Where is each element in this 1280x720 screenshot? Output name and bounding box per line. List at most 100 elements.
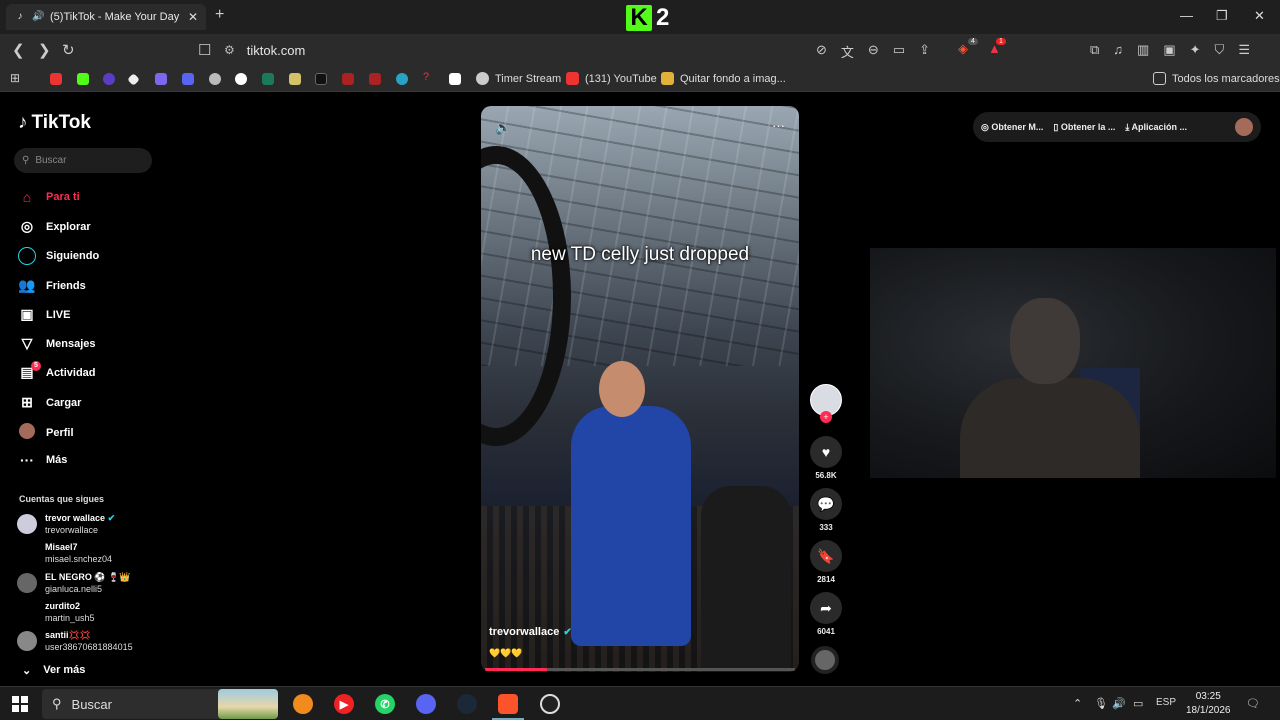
media-player-icon[interactable]: ▶ bbox=[334, 694, 354, 714]
green-bookmark-icon[interactable] bbox=[262, 73, 274, 85]
diamond-bookmark-icon[interactable] bbox=[127, 73, 140, 86]
question-bookmark-icon[interactable]: ? bbox=[423, 71, 435, 83]
volume-tray-icon[interactable]: 🔊 bbox=[1112, 697, 1126, 710]
close-window-button[interactable]: ✕ bbox=[1254, 8, 1265, 24]
new-tab-button[interactable]: + bbox=[215, 6, 224, 24]
account-name: zurdito2 bbox=[45, 601, 80, 611]
yellow-bookmark-icon[interactable] bbox=[289, 73, 301, 85]
nav-para-ti[interactable]: ⌂ Para ti bbox=[18, 189, 80, 205]
minimize-button[interactable]: — bbox=[1180, 8, 1193, 23]
tiktok-logo[interactable]: ♪ TikTok bbox=[18, 112, 91, 134]
following-account[interactable]: Misael7 misael.snchez04 bbox=[17, 541, 112, 565]
nav-cargar[interactable]: ⊞ Cargar bbox=[18, 394, 81, 411]
page-bookmark-icon[interactable] bbox=[449, 73, 461, 85]
nav-siguiendo[interactable]: Siguiendo bbox=[18, 247, 99, 265]
share-button[interactable]: ➦ 6041 bbox=[809, 592, 843, 636]
bookmark-icon[interactable]: ☐ bbox=[198, 41, 211, 59]
leo-ai-icon[interactable]: ✦ bbox=[1190, 42, 1201, 58]
red-bookmark-icon-1[interactable] bbox=[342, 73, 354, 85]
blue-bookmark-icon[interactable] bbox=[396, 73, 408, 85]
music-disc-icon[interactable] bbox=[811, 646, 839, 674]
apps-grid-icon[interactable]: ⊞ bbox=[10, 71, 22, 85]
sl-bookmark-icon[interactable] bbox=[155, 73, 167, 85]
taskbar-search[interactable]: ⚲ Buscar bbox=[42, 689, 278, 719]
reload-icon[interactable]: ↻ bbox=[62, 41, 75, 59]
forward-icon[interactable]: ❯ bbox=[38, 41, 51, 59]
like-button[interactable]: ♥ 56.8K bbox=[809, 436, 843, 480]
microphone-icon[interactable]: 🎙 bbox=[1094, 697, 1108, 710]
tab-close-button[interactable]: ✕ bbox=[188, 10, 198, 24]
bookmark-youtube[interactable]: (131) YouTube bbox=[566, 72, 657, 85]
nav-live[interactable]: ▣ LIVE bbox=[18, 306, 70, 323]
browser-tab[interactable]: ♪ 🔊 (5)TikTok - Make Your Day ✕ bbox=[6, 4, 206, 30]
nav-actividad[interactable]: ▤ Actividad bbox=[18, 364, 95, 381]
video-author[interactable]: trevorwallace ✔ bbox=[489, 626, 572, 638]
brave-icon[interactable] bbox=[498, 694, 518, 714]
kick-bookmark-icon[interactable] bbox=[77, 73, 89, 85]
nav-friends[interactable]: 👥 Friends bbox=[18, 277, 85, 294]
menu-icon[interactable]: ☰ bbox=[1238, 42, 1250, 58]
red-bookmark-icon-2[interactable] bbox=[369, 73, 381, 85]
video-more-icon[interactable]: ··· bbox=[772, 118, 785, 133]
restore-button[interactable]: ❐ bbox=[1216, 8, 1228, 24]
following-account[interactable]: trevor wallace ✔ trevorwallace bbox=[17, 512, 115, 536]
nav-explorar[interactable]: ◎ Explorar bbox=[18, 218, 91, 235]
nav-mensajes[interactable]: ▽ Mensajes bbox=[18, 335, 96, 352]
obs-icon[interactable] bbox=[540, 694, 560, 714]
music-icon[interactable]: ♫ bbox=[1113, 42, 1123, 58]
search-input[interactable]: ⚲ Buscar bbox=[14, 148, 152, 173]
site-settings-icon[interactable]: ⚙ bbox=[224, 43, 235, 57]
speaker-icon[interactable]: 🔊 bbox=[32, 11, 44, 23]
whatsapp-icon[interactable]: ✆ bbox=[375, 694, 395, 714]
notifications-icon[interactable]: 🗨 bbox=[1246, 697, 1260, 710]
following-account[interactable]: zurdito2 martin_ush5 bbox=[17, 600, 95, 624]
openai-bookmark-icon[interactable] bbox=[209, 73, 221, 85]
tray-chevron-icon[interactable]: ⌃ bbox=[1073, 697, 1082, 710]
live-icon: ▣ bbox=[20, 306, 34, 322]
no-camera-icon[interactable]: ⊘ bbox=[816, 42, 827, 61]
youtube-bookmark-icon[interactable] bbox=[50, 73, 62, 85]
taskbar-clock[interactable]: 03:25 18/1/2026 bbox=[1186, 690, 1231, 718]
comment-button[interactable]: 💬 333 bbox=[809, 488, 843, 532]
twitch-bookmark-icon[interactable] bbox=[103, 73, 115, 85]
windows-start-icon[interactable] bbox=[12, 696, 28, 712]
sidebar-icon[interactable]: ▥ bbox=[1137, 42, 1149, 58]
follow-plus-icon[interactable]: + bbox=[820, 411, 832, 423]
nav-perfil[interactable]: Perfil bbox=[18, 423, 74, 442]
following-account[interactable]: santii💢💢 user38670681884015 bbox=[17, 629, 133, 653]
compass-icon: ◎ bbox=[20, 218, 34, 234]
video-player[interactable]: new TD celly just dropped 🔈 ··· trevorwa… bbox=[481, 106, 799, 672]
profile-avatar[interactable] bbox=[1235, 118, 1253, 136]
video-caption: new TD celly just dropped bbox=[530, 244, 750, 265]
video-progress-bar[interactable] bbox=[485, 668, 795, 671]
network-icon[interactable]: ▭ bbox=[1133, 697, 1143, 710]
nav-mas[interactable]: ··· Más bbox=[18, 452, 67, 468]
circle-bookmark-icon[interactable] bbox=[235, 73, 247, 85]
back-icon[interactable]: ❮ bbox=[12, 41, 25, 59]
volume-icon[interactable]: 🔈 bbox=[495, 120, 511, 136]
brave-shield-icon[interactable]: ◈ bbox=[958, 41, 968, 57]
discord-icon[interactable] bbox=[416, 694, 436, 714]
bookmark-remove-bg[interactable]: Quitar fondo a imag... bbox=[661, 72, 786, 85]
vpn-icon[interactable]: ⛉ bbox=[1215, 42, 1225, 58]
language-indicator[interactable]: ESP bbox=[1156, 697, 1176, 708]
avatar bbox=[17, 543, 37, 563]
play-bookmark-icon[interactable] bbox=[182, 73, 194, 85]
tiktok-bookmark-icon[interactable] bbox=[315, 73, 327, 85]
save-button[interactable]: 🔖 2814 bbox=[809, 540, 843, 584]
bookmark-timer-stream[interactable]: Timer Stream bbox=[476, 72, 561, 85]
zoom-out-icon[interactable]: ⊖ bbox=[868, 42, 879, 61]
see-more-button[interactable]: ⌄ Ver más bbox=[22, 664, 85, 677]
download-app-button[interactable]: ⤓ Aplicación ... bbox=[1125, 122, 1187, 133]
all-bookmarks[interactable]: Todos los marcadores bbox=[1153, 72, 1280, 85]
get-app-button[interactable]: ▯ Obtener la ... bbox=[1053, 122, 1115, 133]
wallet-icon[interactable]: ▣ bbox=[1163, 42, 1175, 58]
following-account[interactable]: EL NEGRO ⚽ 🍷👑 gianluca.nelli5 bbox=[17, 571, 130, 595]
get-coins-button[interactable]: ◎ Obtener M... bbox=[981, 122, 1043, 133]
screenshot-icon[interactable]: ⧉ bbox=[1090, 42, 1099, 58]
steam-icon[interactable] bbox=[457, 694, 477, 714]
cast-icon[interactable]: ▭ bbox=[893, 42, 905, 61]
share-icon[interactable]: ⇪ bbox=[919, 42, 930, 61]
fl-studio-icon[interactable] bbox=[293, 694, 313, 714]
translate-icon[interactable]: 文 bbox=[841, 42, 854, 61]
